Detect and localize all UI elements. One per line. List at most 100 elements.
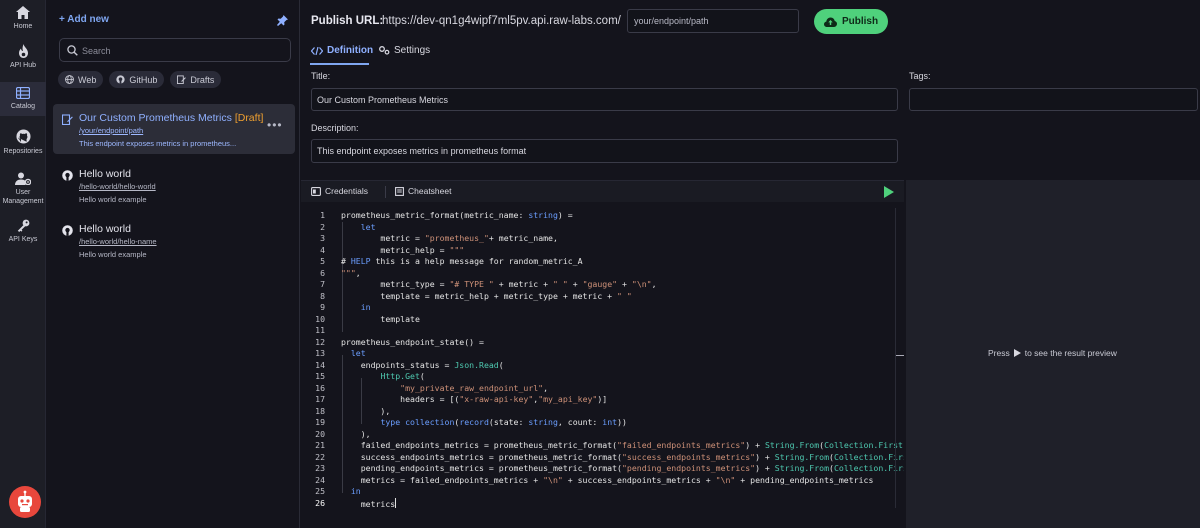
- nav-catalog[interactable]: Catalog: [0, 82, 46, 116]
- line-number: 4: [320, 244, 325, 255]
- line-number: 15: [315, 371, 325, 381]
- line-number: 19: [315, 417, 325, 427]
- code-line: headers = [("x-raw-api-key","my_api_key"…: [341, 394, 608, 404]
- draft-icon: [177, 75, 187, 84]
- endpoint-description: This endpoint exposes metrics in prometh…: [79, 139, 237, 148]
- preview-hint: Press to see the result preview: [988, 348, 1117, 358]
- endpoint-path-link[interactable]: /hello-world/hello-name: [79, 237, 157, 246]
- endpoint-item-hello-name[interactable]: Hello world /hello-world/hello-name Hell…: [53, 215, 295, 265]
- endpoint-path-input[interactable]: [627, 9, 799, 33]
- line-number: 14: [315, 359, 325, 370]
- github-icon: [15, 129, 31, 144]
- credentials-button[interactable]: Credentials: [311, 186, 368, 196]
- line-number: 3: [320, 233, 325, 243]
- filter-drafts-label: Drafts: [190, 74, 215, 85]
- code-line: template = metric_help + metric_type + m…: [341, 290, 632, 301]
- draft-badge: [Draft]: [234, 112, 264, 124]
- filter-web-label: Web: [78, 74, 97, 85]
- code-line: # HELP this is a help message for random…: [341, 256, 583, 266]
- code-line-current: metrics: [341, 497, 397, 508]
- line-number: 16: [315, 382, 325, 393]
- nav-home-label: Home: [13, 23, 33, 30]
- search-box: [59, 38, 291, 62]
- more-options-icon[interactable]: •••: [267, 118, 283, 132]
- line-number: 20: [315, 428, 325, 439]
- line-number-current: 26: [315, 497, 325, 508]
- filter-github-label: GitHub: [129, 74, 158, 85]
- code-line: failed_endpoints_metrics = prometheus_me…: [341, 440, 903, 450]
- code-line: ),: [341, 428, 371, 439]
- filter-github[interactable]: GitHub: [109, 71, 165, 88]
- text-cursor: [395, 497, 397, 508]
- result-preview-pane: Press to see the result preview: [906, 180, 1200, 528]
- line-number: 21: [315, 440, 325, 450]
- search-input[interactable]: [82, 43, 282, 58]
- line-number: 17: [315, 394, 325, 404]
- credentials-label: Credentials: [325, 186, 368, 196]
- line-number: 22: [315, 451, 325, 462]
- line-number: 2: [320, 221, 325, 232]
- tags-label: Tags:: [909, 71, 931, 81]
- endpoint-item-hello-world[interactable]: Hello world /hello-world/hello-world Hel…: [53, 160, 295, 210]
- toolbar-divider: [385, 186, 386, 198]
- code-line: "my_private_raw_endpoint_url",: [400, 382, 549, 393]
- nav-api-keys-label: API Keys: [8, 236, 38, 243]
- preview-press-text: Press: [988, 348, 1010, 358]
- github-icon: [62, 225, 73, 236]
- tab-settings[interactable]: Settings: [379, 45, 430, 56]
- nav-home[interactable]: Home: [0, 6, 46, 36]
- code-line: endpoints_status = Json.Read(: [341, 359, 504, 370]
- avatar[interactable]: [9, 486, 41, 518]
- description-textarea[interactable]: This endpoint exposes metrics in prometh…: [311, 139, 898, 163]
- endpoint-title-text: Our Custom Prometheus Metrics: [79, 112, 232, 124]
- nav-repositories[interactable]: Repositories: [0, 129, 46, 161]
- filter-drafts[interactable]: Drafts: [170, 71, 222, 88]
- line-number: 5: [320, 256, 325, 266]
- nav-user-management[interactable]: User Management: [0, 172, 46, 208]
- pin-icon[interactable]: [277, 13, 288, 31]
- filter-chips: Web GitHub Drafts: [58, 71, 222, 88]
- nav-catalog-label: Catalog: [10, 103, 36, 110]
- line-number: 8: [320, 290, 325, 301]
- title-input[interactable]: [311, 88, 898, 111]
- code-line: type collection(record(state: string, co…: [380, 417, 627, 427]
- line-number: 1: [320, 210, 325, 220]
- code-icon: [311, 46, 323, 55]
- line-number: 11: [315, 325, 325, 335]
- nav-api-keys[interactable]: API Keys: [0, 219, 46, 249]
- line-number: 9: [320, 302, 325, 312]
- line-number: 13: [315, 348, 325, 358]
- code-editor[interactable]: 1 2 3 4 5 6 7 8 9 10 11 12 13 14 15 16 1…: [301, 208, 904, 508]
- tab-settings-label: Settings: [394, 45, 431, 56]
- code-line: ),: [341, 405, 391, 416]
- endpoint-path-link[interactable]: /your/endpoint/path: [79, 126, 143, 135]
- code-line: Http.Get(: [380, 371, 425, 381]
- code-line: in: [360, 302, 371, 312]
- publish-button-label: Publish: [841, 16, 879, 27]
- filter-web[interactable]: Web: [58, 71, 104, 88]
- line-number: 24: [315, 474, 325, 485]
- editor-scrollbar-track[interactable]: [895, 208, 896, 508]
- key-icon: [17, 219, 29, 232]
- code-line: pending_endpoints_metrics = prometheus_m…: [341, 463, 904, 473]
- cloud-upload-icon: [823, 17, 837, 27]
- nav-user-management-label-1: User: [15, 189, 31, 196]
- nav-user-management-label-2: Management: [2, 198, 44, 205]
- endpoint-item-prometheus[interactable]: Our Custom Prometheus Metrics [Draft] /y…: [53, 104, 295, 154]
- add-new-button[interactable]: + Add new: [59, 14, 109, 25]
- tab-definition[interactable]: Definition: [311, 45, 373, 56]
- tags-input[interactable]: [909, 88, 1198, 111]
- nav-api-hub[interactable]: API Hub: [0, 44, 46, 74]
- publish-button[interactable]: Publish: [814, 9, 888, 34]
- catalog-icon: [16, 87, 30, 99]
- endpoint-path-link[interactable]: /hello-world/hello-world: [79, 182, 156, 191]
- code-line: metrics = failed_endpoints_metrics + "\n…: [341, 474, 874, 485]
- run-icon[interactable]: [884, 186, 894, 198]
- main-area: Publish URL: https://dev-qn1g4wipf7ml5pv…: [301, 0, 1200, 528]
- code-line: prometheus_metric_format(metric_name: st…: [341, 210, 573, 220]
- line-number: 18: [315, 405, 325, 416]
- cheatsheet-button[interactable]: Cheatsheet: [395, 186, 451, 196]
- resize-handle[interactable]: [896, 355, 904, 356]
- github-icon: [116, 75, 125, 84]
- endpoint-title: Hello world: [79, 168, 131, 180]
